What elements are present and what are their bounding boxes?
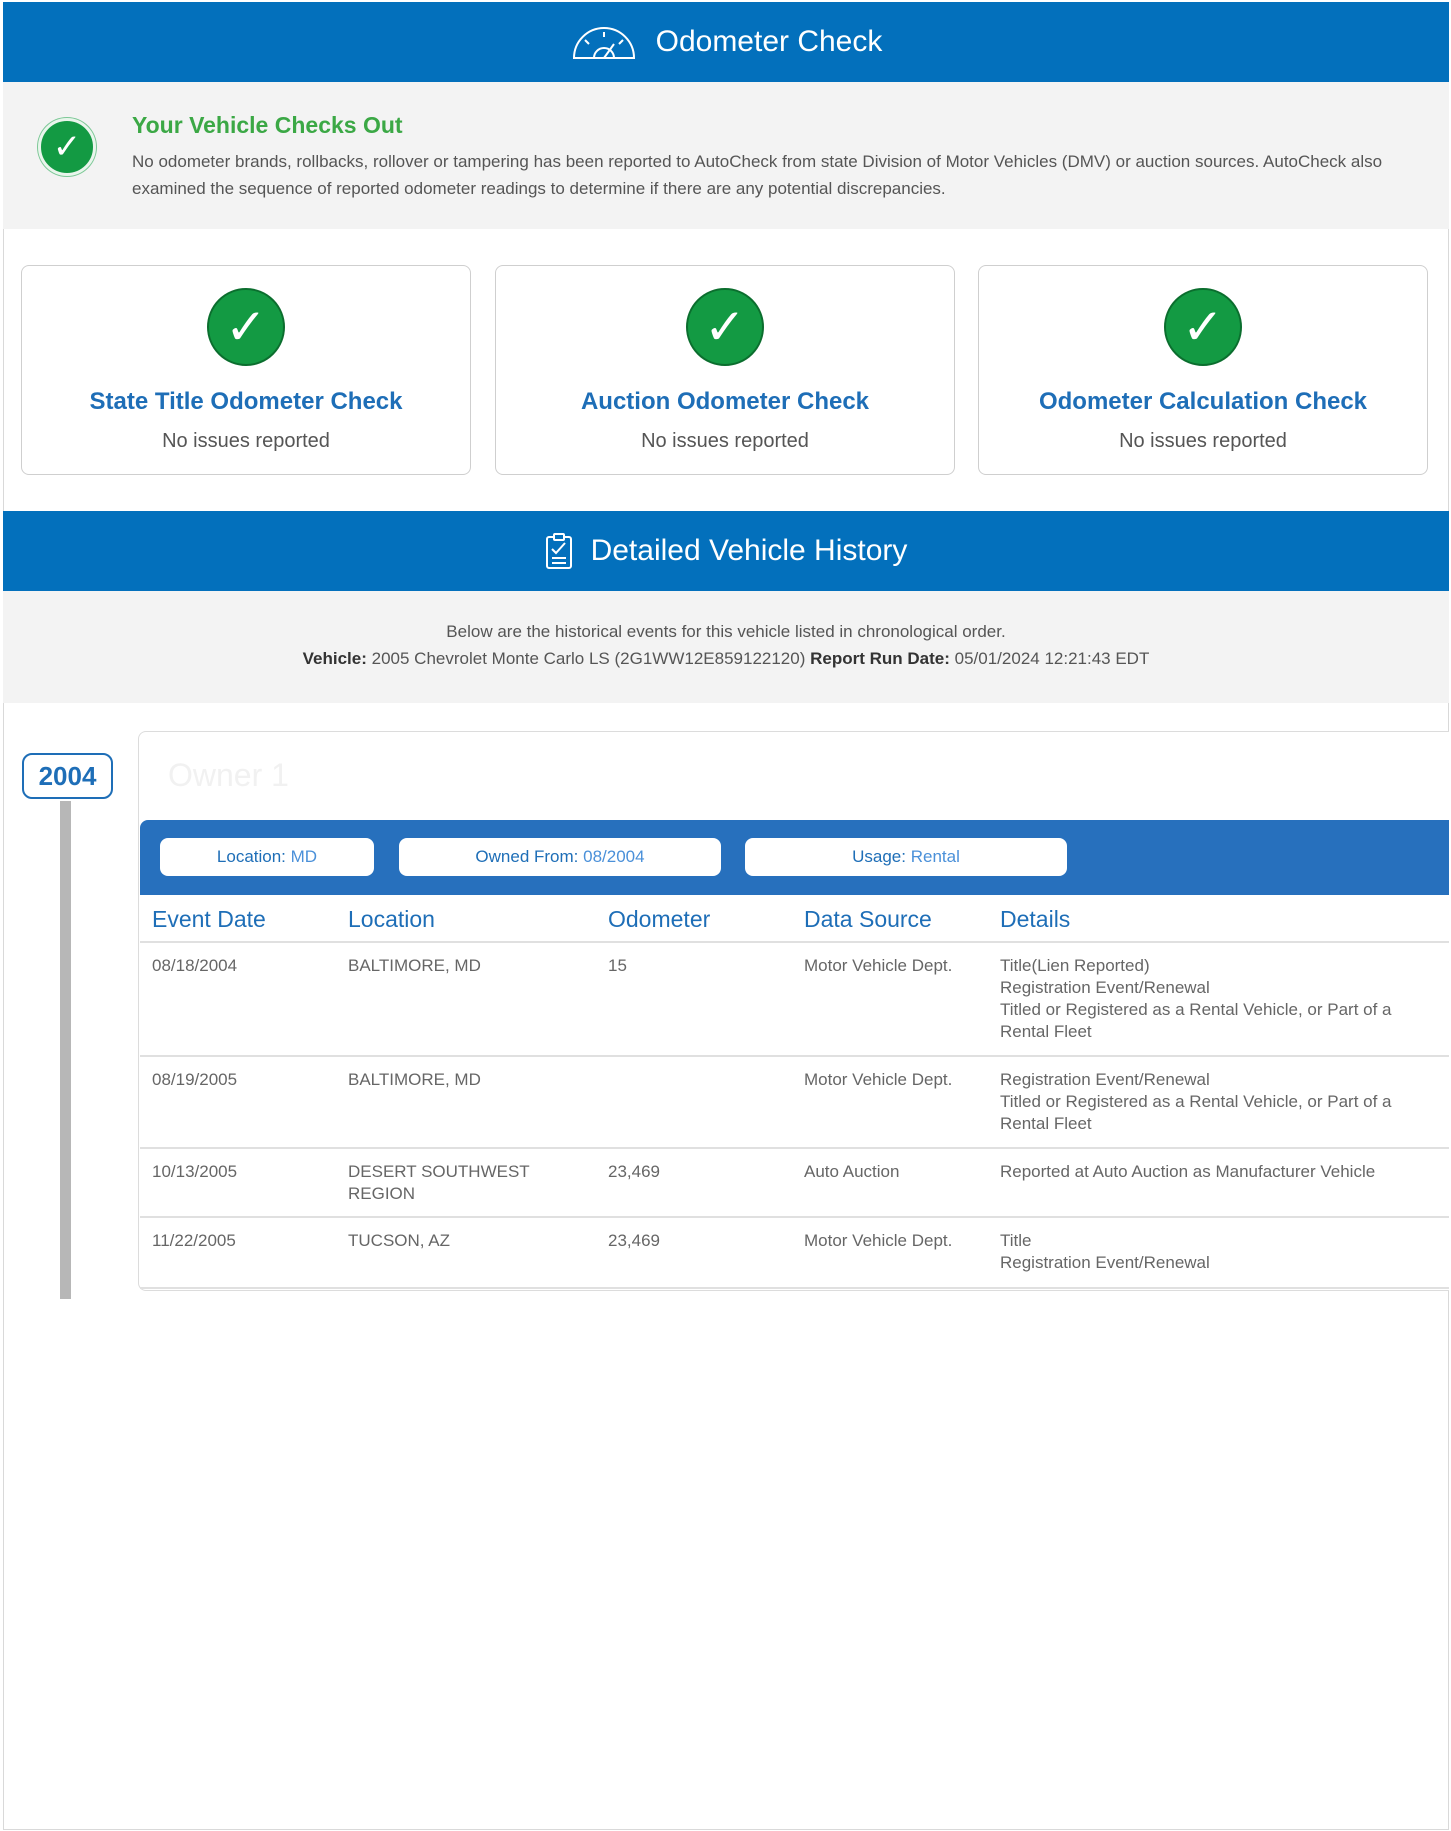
cell-location: DESERT SOUTHWEST REGION [348,1162,530,1203]
table-row: 08/19/2005 BALTIMORE, MD Motor Vehicle D… [140,1057,1449,1149]
cell-location: BALTIMORE, MD [348,1070,481,1089]
owner-title: Owner 1 [168,757,289,793]
column-header-event-date: Event Date [152,906,266,932]
cell-source: Motor Vehicle Dept. [804,1070,953,1089]
status-description: No odometer brands, rollbacks, rollover … [132,152,1383,198]
detail-line: Registration Event/Renewal [1000,1070,1210,1089]
check-circle-icon: ✓ [207,288,285,366]
pill-label: Owned From: [475,847,579,866]
detail-line: Title(Lien Reported) [1000,956,1150,975]
banner-title: Detailed Vehicle History [590,534,908,567]
column-header-details: Details [1000,906,1071,932]
cell-date: 08/18/2004 [152,956,238,975]
pill-value: Rental [910,847,960,866]
card-title: State Title Odometer Check [89,388,403,415]
cell-date: 10/13/2005 [152,1162,238,1181]
cell-source: Motor Vehicle Dept. [804,956,953,975]
column-header-location: Location [348,906,435,932]
owner-location-pill: Location: MD [160,838,374,876]
cell-date: 11/22/2005 [152,1231,236,1250]
cell-source: Auto Auction [804,1162,900,1181]
timeline-bar [60,801,71,1299]
card-title: Odometer Calculation Check [1038,388,1368,415]
timeline-year-badge: 2004 [22,753,113,799]
check-circle-icon: ✓ [1164,288,1242,366]
check-circle-icon: ✓ [686,288,764,366]
vehicle-info-line: Vehicle: 2005 Chevrolet Monte Carlo LS (… [3,649,1449,669]
pill-label: Usage: [852,847,906,866]
status-panel: ✓ Your Vehicle Checks Out No odometer br… [3,82,1449,229]
pill-label: Location: [216,847,286,866]
table-row: 10/13/2005 DESERT SOUTHWEST REGION 23,46… [140,1149,1449,1218]
auction-check-card: ✓ Auction Odometer Check No issues repor… [495,265,955,475]
detail-line: Registration Event/Renewal [1000,1253,1210,1272]
card-subtitle: No issues reported [641,430,809,452]
cell-odometer: 23,469 [608,1162,660,1181]
card-subtitle: No issues reported [1119,430,1287,452]
history-intro-panel: Below are the historical events for this… [3,591,1449,703]
banner-title: Odometer Check [655,25,883,58]
history-table-header: Event Date Location Odometer Data Source… [140,896,1449,943]
usage-pill: Usage: Rental [745,838,1067,876]
report-date-value: 05/01/2024 12:21:43 EDT [954,649,1150,668]
column-header-data-source: Data Source [804,906,932,932]
owner-summary-bar: Location: MD Owned From: 08/2004 Usage: … [140,820,1449,895]
pill-value: MD [290,847,318,866]
status-title: Your Vehicle Checks Out [132,112,403,138]
cell-source: Motor Vehicle Dept. [804,1231,953,1250]
cell-odometer: 15 [608,956,627,975]
cell-location: TUCSON, AZ [348,1231,451,1250]
state-title-check-card: ✓ State Title Odometer Check No issues r… [21,265,471,475]
detail-line: Titled or Registered as a Rental Vehicle… [1000,1000,1392,1041]
detail-line: Titled or Registered as a Rental Vehicle… [1000,1092,1392,1133]
cell-odometer: 23,469 [608,1231,660,1250]
check-circle-icon: ✓ [38,118,96,176]
report-date-label: Report Run Date: [810,649,950,668]
card-title: Auction Odometer Check [580,388,870,415]
speedometer-icon [572,27,635,59]
vehicle-history-banner: Detailed Vehicle History [3,511,1449,591]
detail-line: Reported at Auto Auction as Manufacturer… [1000,1162,1376,1181]
cell-date: 08/19/2005 [152,1070,238,1089]
history-intro: Below are the historical events for this… [446,622,1006,641]
cell-details: Reported at Auto Auction as Manufacturer… [1000,1161,1420,1183]
cell-details: Title(Lien Reported) Registration Event/… [1000,955,1420,1043]
cell-details: Title Registration Event/Renewal [1000,1230,1420,1274]
cell-details: Registration Event/Renewal Titled or Reg… [1000,1069,1420,1135]
cell-location: BALTIMORE, MD [348,956,481,975]
column-header-odometer: Odometer [608,906,711,932]
odometer-check-banner: Odometer Check [3,2,1449,82]
clipboard-check-icon [545,533,572,569]
calculation-check-card: ✓ Odometer Calculation Check No issues r… [978,265,1428,475]
table-row: 08/18/2004 BALTIMORE, MD 15 Motor Vehicl… [140,943,1449,1057]
table-row: 11/22/2005 TUCSON, AZ 23,469 Motor Vehic… [140,1218,1449,1289]
vehicle-label: Vehicle: [302,649,367,668]
pill-value: 08/2004 [583,847,645,866]
card-subtitle: No issues reported [162,430,330,452]
detail-line: Registration Event/Renewal [1000,978,1210,997]
owned-from-pill: Owned From: 08/2004 [399,838,721,876]
detail-line: Title [1000,1231,1032,1250]
vehicle-value: 2005 Chevrolet Monte Carlo LS (2G1WW12E8… [371,649,806,668]
